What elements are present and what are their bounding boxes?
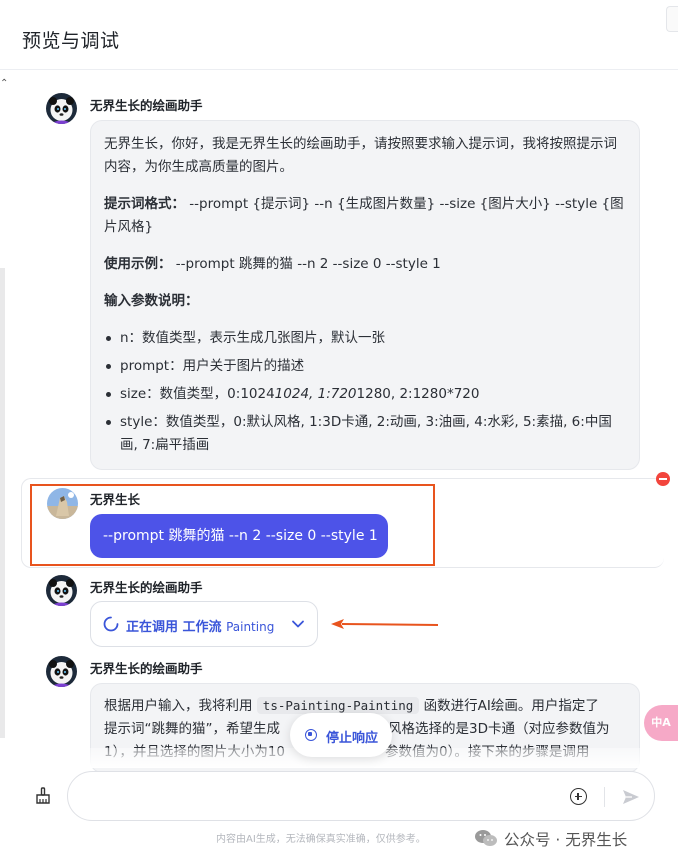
stop-response-label: 停止响应 [326,731,379,746]
ai-disclaimer: 内容由AI生成，无法确保真实准确，仅供参考。 [216,834,426,845]
panel-header: 预览与调试 [0,0,678,70]
intro-text: 无界生长，你好，我是无界生长的绘画助手，请按照要求输入提示词，我将按照提示词内容… [104,136,617,175]
param-text: 1280, 2:1280*720 [356,386,480,402]
remove-icon[interactable] [656,472,670,486]
wechat-icon [475,830,497,846]
params-label: 输入参数说明： [104,293,199,309]
format-label: 提示词格式： [104,196,185,212]
page-title: 预览与调试 [22,30,120,52]
message-input[interactable] [86,784,546,810]
user-avatar [47,488,78,519]
panda-icon [46,93,77,124]
collapse-handle[interactable] [666,6,678,32]
params-list: n：数值类型，表示生成几张图片，默认一张 prompt：用户关于图片的描述 si… [104,327,626,457]
chevron-down-icon[interactable] [291,618,305,630]
sender-name: 无界生长的绘画助手 [90,98,203,113]
workflow-status-card[interactable]: 正在调用 工作流 Painting [90,601,318,647]
example-line: 使用示例： --prompt 跳舞的猫 --n 2 --size 0 --sty… [104,253,626,276]
params-heading: 输入参数说明： [104,290,626,313]
function-code: ts-Painting-Painting [256,697,420,714]
response-text: 提示词“跳舞的猫”，希望生成 [104,721,280,737]
sender-name: 无界生长的绘画助手 [90,661,203,676]
loading-spinner-icon [103,616,119,632]
response-text: 风格选择的是3D卡通（对应参数值为 [388,721,610,737]
list-item: size：数值类型，0:10241024, 1:7201280, 2:1280*… [104,383,626,406]
translate-button[interactable]: 中A [644,705,678,741]
send-icon[interactable] [621,787,641,807]
list-item: n：数值类型，表示生成几张图片，默认一张 [104,327,626,350]
response-text: 根据用户输入，我将利用 [104,698,253,714]
add-attachment-icon[interactable] [570,788,587,805]
response-text: 函数进行AI绘画。用户指定了 [423,698,599,714]
example-text: --prompt 跳舞的猫 --n 2 --size 0 --style 1 [171,256,441,272]
scrollbar[interactable] [0,268,5,738]
param-text: size：数值类型，0:1024 [120,386,275,402]
stop-icon [305,729,317,741]
bot-avatar [46,575,77,606]
bot-avatar [46,93,77,124]
workflow-status-text: 正在调用 工作流 Painting [126,616,274,635]
param-italic: 1024, 1:720 [274,386,357,402]
workflow-status-label: 正在调用 工作流 [126,620,222,635]
example-label: 使用示例： [104,256,172,272]
workflow-name: Painting [226,620,275,634]
sender-name: 无界生长 [90,492,141,507]
clear-history-icon[interactable] [34,787,52,805]
caret-icon[interactable]: ⌃ [0,78,8,89]
list-item: style：数值类型，0:默认风格, 1:3D卡通, 2:动画, 3:油画, 4… [104,411,626,457]
stop-response-button[interactable]: 停止响应 [290,713,392,757]
annotation-arrow-icon [331,619,439,629]
message-composer[interactable] [67,771,655,821]
watermark-text: 公众号 · 无界生长 [504,831,628,849]
list-item: prompt：用户关于图片的描述 [104,355,626,378]
user-message-bubble: --prompt 跳舞的猫 --n 2 --size 0 --style 1 [90,514,388,558]
sender-name: 无界生长的绘画助手 [90,580,203,595]
divider [604,787,605,807]
user-photo-icon [47,488,78,519]
format-line: 提示词格式： --prompt {提示词} --n {生成图片数量} --siz… [104,193,626,239]
panda-icon [46,656,77,687]
bot-message-bubble: 无界生长，你好，我是无界生长的绘画助手，请按照要求输入提示词，我将按照提示词内容… [90,120,640,470]
bot-avatar [46,656,77,687]
panda-icon [46,575,77,606]
